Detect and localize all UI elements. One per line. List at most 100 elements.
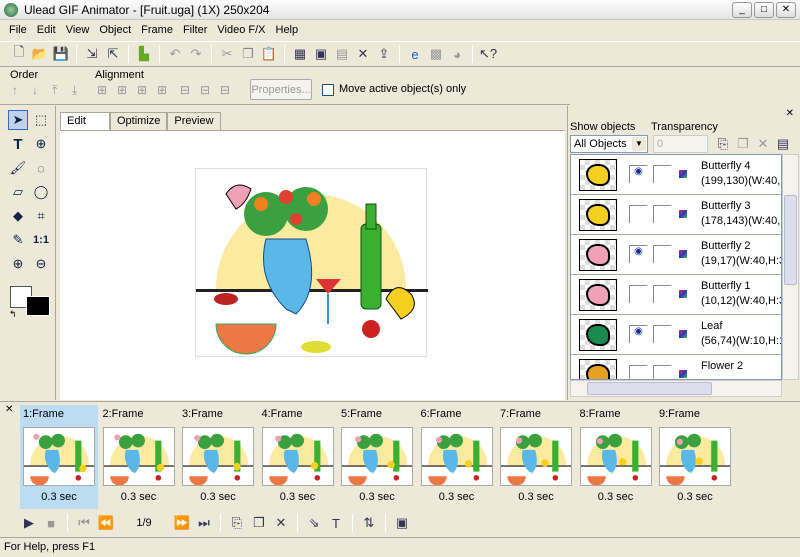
edit-image-icon[interactable]: ▙ <box>135 45 153 63</box>
lock-toggle[interactable] <box>653 285 671 303</box>
first-frame-icon[interactable]: ⏮ <box>75 514 93 532</box>
bring-forward-icon[interactable]: ↑ <box>12 83 18 97</box>
new-object-icon[interactable]: ⎘ <box>714 135 732 153</box>
object-row[interactable]: Butterfly 3 (178,143)(W:40,H: <box>571 195 781 235</box>
minimize-button[interactable]: _ <box>732 2 752 18</box>
align-top-icon[interactable]: ⊞ <box>137 83 147 97</box>
move-active-checkbox[interactable] <box>322 84 334 96</box>
visibility-toggle[interactable] <box>629 365 647 379</box>
lock-toggle[interactable] <box>653 325 671 343</box>
add-images-icon[interactable]: ⇲ <box>83 45 101 63</box>
next-frame-icon[interactable]: ⏩ <box>173 514 191 532</box>
help-pointer-icon[interactable]: ↖? <box>479 45 497 63</box>
menu-file[interactable]: File <box>4 24 32 36</box>
delete-frame-icon[interactable]: ✕ <box>354 45 372 63</box>
optimize-icon[interactable]: ▩ <box>427 45 445 63</box>
add-frame-icon[interactable]: ⎘ <box>228 514 246 532</box>
cut-icon[interactable]: ✂ <box>218 45 236 63</box>
last-frame-icon[interactable]: ⏭ <box>195 514 213 532</box>
marquee-tool-icon[interactable]: ⬚ <box>31 110 51 130</box>
swap-colors-icon[interactable]: ↰ <box>9 309 17 320</box>
menu-filter[interactable]: Filter <box>178 24 212 36</box>
tab-preview[interactable]: Preview <box>167 112 221 130</box>
lasso-tool-icon[interactable]: ◌ <box>31 158 51 178</box>
paste-icon[interactable]: 📋 <box>260 45 278 63</box>
visibility-toggle[interactable]: ◉ <box>629 165 647 183</box>
object-list-vscroll[interactable] <box>782 154 799 380</box>
close-button[interactable]: ✕ <box>776 2 796 18</box>
save-icon[interactable]: 💾 <box>52 45 70 63</box>
duplicate-frame-icon[interactable]: ❐ <box>250 514 268 532</box>
play-icon[interactable]: ▶ <box>20 514 38 532</box>
reverse-frames-icon[interactable]: ⇅ <box>360 514 378 532</box>
menu-frame[interactable]: Frame <box>136 24 178 36</box>
align-bottom-icon[interactable]: ⊞ <box>157 83 167 97</box>
frame-item[interactable]: 6:Frame 0.3 sec <box>418 405 496 509</box>
frame-item[interactable]: 3:Frame 0.3 sec <box>179 405 257 509</box>
frame-properties-icon[interactable]: ▣ <box>312 45 330 63</box>
object-list-hscroll[interactable] <box>570 380 782 397</box>
frame-icon[interactable]: ▦ <box>291 45 309 63</box>
align-right-icon[interactable]: ⊞ <box>117 83 127 97</box>
transform-tool-icon[interactable]: ⊕ <box>31 134 51 154</box>
redo-icon[interactable]: ↷ <box>187 45 205 63</box>
export-icon[interactable]: ⇪ <box>375 45 393 63</box>
visibility-toggle[interactable] <box>629 205 647 223</box>
open-icon[interactable]: 📂 <box>31 45 49 63</box>
duplicate-frame-icon[interactable]: ▤ <box>333 45 351 63</box>
center-both-icon[interactable]: ⊟ <box>220 83 230 97</box>
foreground-color-swatch[interactable] <box>26 296 50 316</box>
add-video-icon[interactable]: ⇱ <box>104 45 122 63</box>
frame-item[interactable]: 2:Frame 0.3 sec <box>100 405 178 509</box>
tab-optimize[interactable]: Optimize <box>110 112 168 130</box>
frame-item[interactable]: 5:Frame 0.3 sec <box>338 405 416 509</box>
pick-tool-icon[interactable]: ➤ <box>8 110 28 130</box>
frame-item[interactable]: 1:Frame 0.3 sec <box>20 405 98 509</box>
lock-toggle[interactable] <box>653 245 671 263</box>
object-row[interactable]: ◉ Leaf (56,74)(W:10,H:16) <box>571 315 781 355</box>
visibility-toggle[interactable]: ◉ <box>629 245 647 263</box>
lock-toggle[interactable] <box>653 165 671 183</box>
delete-object-icon[interactable]: ✕ <box>754 135 772 153</box>
frame-item[interactable]: 9:Frame 0.3 sec <box>656 405 734 509</box>
object-properties-icon[interactable]: ▤ <box>774 135 792 153</box>
center-vertical-icon[interactable]: ⊟ <box>200 83 210 97</box>
stop-icon[interactable]: ■ <box>42 514 60 532</box>
frame-item[interactable]: 4:Frame 0.3 sec <box>259 405 337 509</box>
lock-toggle[interactable] <box>653 365 671 379</box>
copy-icon[interactable]: ❐ <box>239 45 257 63</box>
menu-help[interactable]: Help <box>271 24 304 36</box>
bring-to-front-icon[interactable]: ⤒ <box>52 83 57 98</box>
show-objects-dropdown[interactable]: All Objects ▼ <box>570 135 648 153</box>
menu-view[interactable]: View <box>61 24 95 36</box>
preview-browser-icon[interactable]: e <box>406 45 424 63</box>
paintbrush-tool-icon[interactable]: 🖌 <box>8 158 28 178</box>
frame-item[interactable]: 7:Frame 0.3 sec <box>497 405 575 509</box>
send-to-back-icon[interactable]: ⤓ <box>72 83 77 98</box>
tween-icon[interactable]: ⇘ <box>305 514 323 532</box>
optimize-wizard-icon[interactable]: ◕ <box>448 45 466 63</box>
new-icon[interactable]: 🗋 <box>10 44 28 63</box>
duplicate-object-icon[interactable]: ❐ <box>734 135 752 153</box>
properties-button[interactable]: Properties... <box>250 79 312 100</box>
fill-tool-icon[interactable]: ◆ <box>8 206 28 226</box>
delete-frame-icon[interactable]: ✕ <box>272 514 290 532</box>
ellipse-select-icon[interactable]: ◯ <box>31 182 51 202</box>
undo-icon[interactable]: ↶ <box>166 45 184 63</box>
frame-item[interactable]: 8:Frame 0.3 sec <box>577 405 655 509</box>
transparency-spinner[interactable]: 0 <box>653 135 708 153</box>
panel-close-icon[interactable]: ✕ <box>786 108 794 119</box>
frame-panel-close-icon[interactable]: ✕ <box>5 404 13 415</box>
send-backward-icon[interactable]: ↓ <box>32 83 38 97</box>
zoom-in-icon[interactable]: ⊕ <box>8 254 28 274</box>
tab-edit[interactable]: Edit <box>60 112 110 130</box>
object-row[interactable]: ◉ Butterfly 4 (199,130)(W:40,H: <box>571 155 781 195</box>
menu-object[interactable]: Object <box>94 24 136 36</box>
maximize-button[interactable]: □ <box>754 2 774 18</box>
frame-properties-icon[interactable]: ▣ <box>393 514 411 532</box>
lock-toggle[interactable] <box>653 205 671 223</box>
menu-edit[interactable]: Edit <box>32 24 61 36</box>
eyedropper-tool-icon[interactable]: ✎ <box>8 230 28 250</box>
previous-frame-icon[interactable]: ⏪ <box>97 514 115 532</box>
visibility-toggle[interactable] <box>629 285 647 303</box>
